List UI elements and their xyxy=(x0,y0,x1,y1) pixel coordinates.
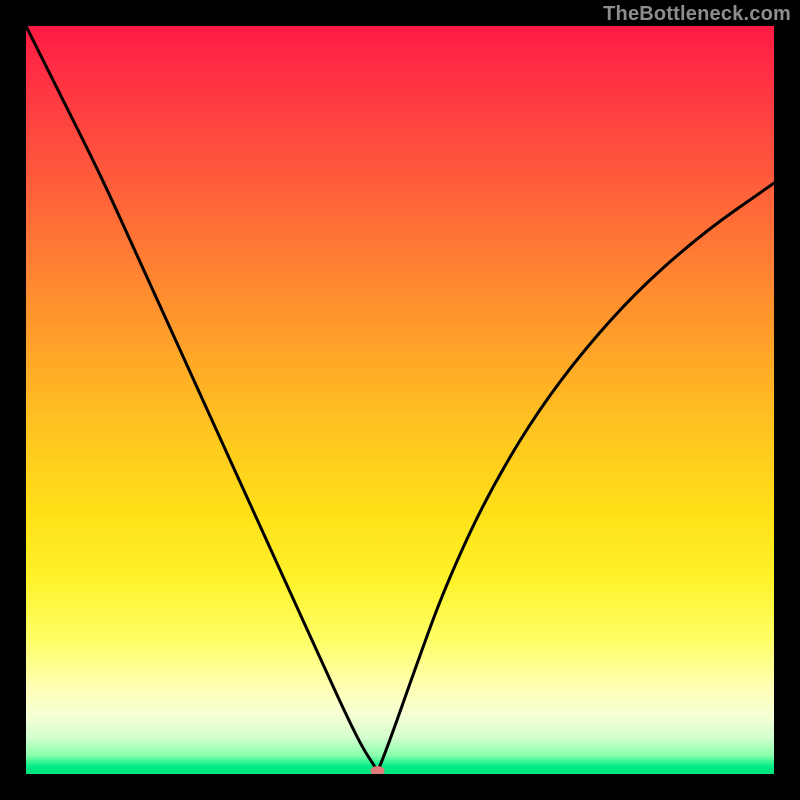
chart-frame: TheBottleneck.com xyxy=(0,0,800,800)
optimum-marker xyxy=(371,766,385,774)
bottleneck-curve xyxy=(26,26,774,769)
curve-layer xyxy=(26,26,774,774)
plot-area xyxy=(26,26,774,774)
watermark-text: TheBottleneck.com xyxy=(603,3,791,26)
